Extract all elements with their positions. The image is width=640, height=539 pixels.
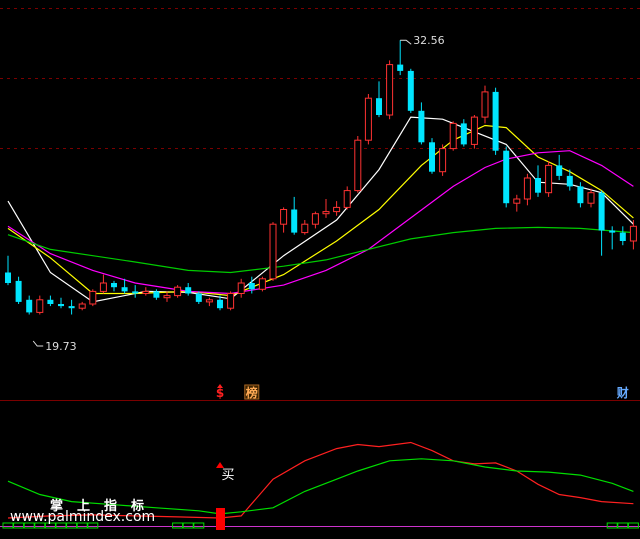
candle-down (407, 70, 414, 111)
watermark-url: www.palmindex.com (10, 509, 156, 525)
stock-chart-svg[interactable]: 32.56 19.73 $ 榜 财买 (0, 0, 640, 535)
candle-up (269, 223, 277, 280)
candle-up (364, 97, 372, 141)
candle-up (439, 148, 447, 173)
high-pointer (400, 39, 412, 45)
candle-down (111, 283, 117, 288)
candle-down (5, 272, 11, 283)
candle-down (68, 306, 75, 309)
candle-down (153, 291, 160, 298)
candle-up (301, 223, 309, 234)
candle-up (354, 139, 362, 192)
candle-down (609, 230, 616, 233)
candle-up (523, 177, 531, 200)
candle-down (418, 110, 425, 143)
indicator-box (627, 522, 639, 529)
candle-up (227, 293, 235, 309)
candle-up (545, 164, 553, 194)
candle-down (492, 91, 499, 151)
candle-down (217, 299, 223, 309)
candle-up (99, 282, 107, 292)
candle-down (185, 287, 192, 294)
indicator-box (182, 522, 194, 529)
candle-up (386, 64, 394, 116)
candle-up (629, 225, 637, 242)
candle-up (587, 192, 595, 204)
candle-up (258, 278, 266, 290)
indicator-box (606, 522, 618, 529)
candle-up (481, 91, 489, 118)
candle-up (174, 286, 182, 297)
candle-up (449, 122, 457, 150)
candle-down (26, 299, 33, 313)
candle-down (397, 64, 404, 71)
candle-up (142, 290, 150, 294)
ma60-line (7, 226, 634, 274)
low-price-label: 19.73 (45, 340, 76, 353)
indicator-box (193, 522, 205, 529)
candle-up (163, 295, 171, 299)
candle-down (58, 304, 64, 307)
candle-down (132, 291, 139, 294)
candle-up (78, 303, 86, 309)
candle-down (577, 186, 584, 204)
candle-down (460, 123, 467, 145)
buy-signal-label: 买 (221, 468, 234, 483)
candle-up (513, 198, 521, 204)
ma20-line (7, 150, 634, 295)
candle-down (503, 150, 510, 204)
candle-up (205, 299, 213, 303)
candle-up (470, 116, 478, 145)
candle-down (556, 165, 563, 176)
candle-down (15, 280, 22, 302)
candle-up (322, 211, 330, 215)
indicator-box (172, 522, 184, 529)
buy-signal-bar (216, 508, 225, 530)
marker-label: 榜 (246, 385, 258, 400)
candle-down (429, 142, 435, 172)
candle-down (195, 293, 202, 302)
candle-up (343, 190, 351, 208)
stock-chart[interactable]: 32.56 19.73 $ 榜 财买 (0, 0, 640, 535)
candle-up (333, 206, 341, 213)
marker-label: $ (216, 386, 224, 400)
candle-down (291, 209, 298, 233)
candle-down (535, 178, 541, 193)
ma5-line (7, 116, 634, 303)
candle-down (598, 192, 605, 231)
indicator-box (617, 522, 629, 529)
candle-down (566, 175, 573, 187)
candle-up (280, 209, 288, 225)
candle-up (237, 282, 245, 294)
candle-down (376, 98, 382, 115)
high-price-label: 32.56 (413, 34, 445, 47)
candle-up (311, 213, 319, 225)
candle-up (89, 290, 97, 305)
ma10-line (7, 124, 634, 297)
candle-down (121, 287, 128, 292)
marker-label: 财 (616, 385, 629, 400)
candle-down (619, 232, 626, 241)
low-pointer (32, 340, 44, 347)
candle-down (47, 299, 54, 304)
candle-down (248, 283, 255, 290)
candle-up (36, 299, 44, 313)
